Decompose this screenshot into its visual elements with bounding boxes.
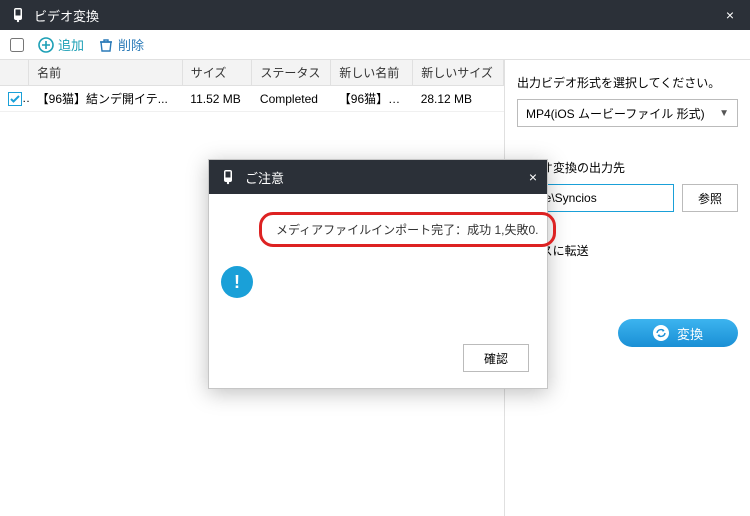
toolbar: 追加 削除 (0, 30, 750, 60)
refresh-icon (653, 325, 669, 341)
table-row[interactable]: 【96猫】結ンデ開イテ... 11.52 MB Completed 【96猫】結… (0, 86, 504, 112)
cell-new-size: 28.12 MB (413, 86, 504, 112)
add-icon (38, 37, 54, 53)
format-value: MP4(iOS ムービーファイル 形式) (526, 105, 705, 122)
dialog-close-button[interactable]: × (529, 169, 537, 185)
dialog-title: ご注意 (245, 168, 284, 187)
col-new-size[interactable]: 新しいサイズ (413, 60, 504, 86)
app-icon (10, 7, 26, 23)
delete-button[interactable]: 削除 (98, 35, 144, 54)
add-label: 追加 (58, 35, 84, 54)
cell-name: 【96猫】結ンデ開イテ... (29, 86, 183, 112)
trash-icon (98, 37, 114, 53)
dialog-ok-button[interactable]: 確認 (463, 344, 529, 372)
select-all-checkbox[interactable] (10, 38, 24, 52)
window-title: ビデオ変換 (34, 6, 99, 25)
transfer-label: バイスに転送 (517, 242, 738, 259)
convert-label: 変換 (677, 324, 703, 343)
format-select[interactable]: MP4(iOS ムービーファイル 形式) ▼ (517, 99, 738, 127)
col-new-name[interactable]: 新しい名前 (331, 60, 413, 86)
format-label: 出力ビデオ形式を選択してください。 (517, 74, 738, 91)
dialog-titlebar: ご注意 × (209, 160, 547, 194)
col-size[interactable]: サイズ (182, 60, 252, 86)
chevron-down-icon: ▼ (719, 108, 729, 119)
add-button[interactable]: 追加 (38, 35, 84, 54)
convert-button[interactable]: 変換 (618, 319, 738, 347)
col-status[interactable]: ステータス (252, 60, 331, 86)
info-icon: ! (221, 266, 253, 298)
cell-new-name: 【96猫】結... (331, 86, 413, 112)
row-checkbox[interactable] (0, 86, 29, 112)
cell-size: 11.52 MB (182, 86, 252, 112)
browse-button[interactable]: 参照 (682, 184, 738, 212)
window-titlebar: ビデオ変換 × (0, 0, 750, 30)
notice-dialog: ご注意 × ! メディアファイルインポート完了：成功 1,失敗0. 確認 (208, 159, 548, 389)
output-label: ビデオ変換の出力先 (517, 159, 738, 176)
dialog-app-icon (219, 168, 237, 186)
delete-label: 削除 (118, 35, 144, 54)
file-table: 名前 サイズ ステータス 新しい名前 新しいサイズ 【96猫】結ンデ開イテ...… (0, 60, 504, 112)
dialog-message: メディアファイルインポート完了：成功 1,失敗0. (259, 212, 556, 247)
window-close-button[interactable]: × (720, 7, 740, 23)
col-name[interactable]: 名前 (29, 60, 183, 86)
cell-status: Completed (252, 86, 331, 112)
